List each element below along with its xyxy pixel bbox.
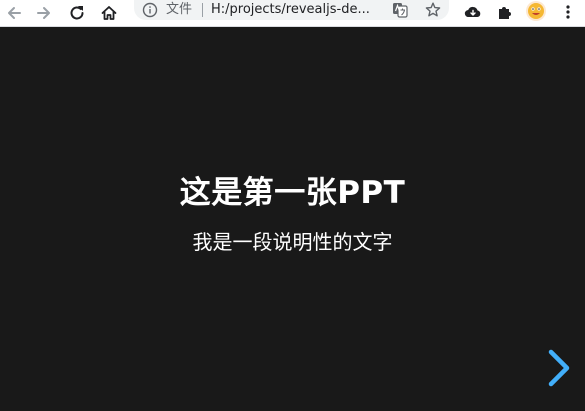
slide: 这是第一张PPT 我是一段说明性的文字	[0, 27, 585, 411]
info-icon[interactable]	[142, 2, 158, 18]
translate-icon[interactable]	[392, 2, 408, 18]
avatar-emoji	[528, 3, 544, 19]
reload-icon	[70, 6, 84, 20]
url-text[interactable]: H:/projects/revealjs-de...	[211, 2, 370, 18]
next-slide-button[interactable]	[542, 346, 576, 390]
address-bar[interactable]: 文件 H:/projects/revealjs-de...	[134, 0, 449, 20]
kebab-menu-icon[interactable]	[564, 3, 572, 21]
chevron-right-icon	[548, 349, 570, 387]
star-icon[interactable]	[424, 1, 442, 19]
slide-subtitle: 我是一段说明性的文字	[192, 230, 393, 254]
home-icon	[101, 6, 117, 20]
forward-arrow-icon	[37, 7, 50, 19]
avatar[interactable]	[526, 1, 546, 21]
forward-button[interactable]	[33, 2, 55, 24]
scheme-label: 文件	[166, 2, 193, 17]
home-button[interactable]	[98, 2, 120, 24]
reload-button[interactable]	[66, 2, 88, 24]
cloud-download-icon[interactable]	[464, 3, 482, 21]
slide-title: 这是第一张PPT	[179, 175, 406, 211]
browser-toolbar: 文件 H:/projects/revealjs-de...	[0, 0, 585, 27]
back-button[interactable]	[3, 2, 25, 24]
puzzle-icon[interactable]	[496, 3, 514, 21]
back-arrow-icon	[8, 7, 21, 19]
omnibox-divider	[202, 3, 203, 17]
